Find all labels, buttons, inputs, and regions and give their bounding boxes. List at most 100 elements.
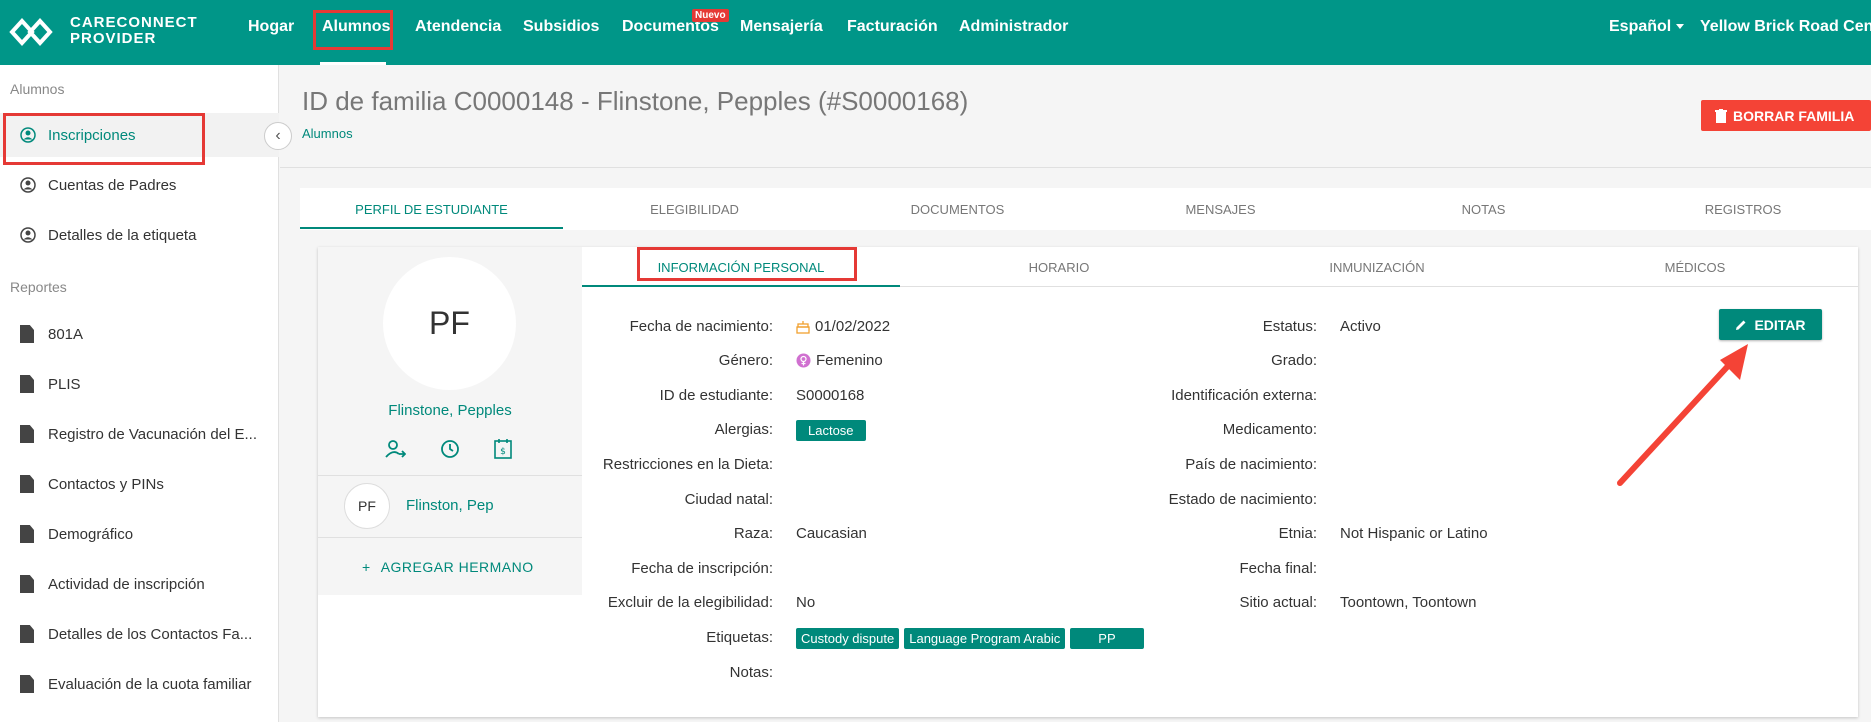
tab-mensajes[interactable]: MENSAJES <box>1089 202 1352 217</box>
birth-date-value: 01/02/2022 <box>796 318 890 335</box>
sidebar: Alumnos Inscripciones Cuentas de Padres … <box>0 65 279 722</box>
nav-atendencia[interactable]: Atendencia <box>415 18 501 36</box>
grade-label: Grado: <box>1271 352 1317 369</box>
user-circle-icon <box>20 177 36 193</box>
tag-chip: PP <box>1070 628 1144 649</box>
tab-documentos[interactable]: DOCUMENTOS <box>826 202 1089 217</box>
subtab-medicos[interactable]: MÉDICOS <box>1536 260 1854 275</box>
student-id-label: ID de estudiante: <box>659 387 773 404</box>
sidebar-item-report-cuota[interactable]: Evaluación de la cuota familiar <box>20 675 251 693</box>
sidebar-item-cuentas-padres[interactable]: Cuentas de Padres <box>20 176 176 194</box>
allergies-value: Lactose <box>796 420 871 441</box>
tab-notas[interactable]: NOTAS <box>1352 202 1615 217</box>
chevron-left-icon: ‹ <box>275 127 281 144</box>
subtab-highlight-box <box>637 247 857 281</box>
exclude-eligibility-value: No <box>796 594 816 611</box>
external-id-label: Identificación externa: <box>1171 387 1317 404</box>
add-sibling-button[interactable]: + AGREGAR HERMANO <box>362 559 534 575</box>
ethnicity-value: Not Hispanic or Latino <box>1340 525 1488 542</box>
sidebar-item-label: Demográfico <box>48 525 134 543</box>
logo-line1: CARECONNECT <box>70 14 198 31</box>
document-icon <box>20 575 34 593</box>
exclude-eligibility-label: Excluir de la elegibilidad: <box>607 594 773 611</box>
sidebar-item-label: Cuentas de Padres <box>48 176 177 194</box>
new-badge: Nuevo <box>692 9 729 22</box>
current-site-label: Sitio actual: <box>1239 594 1317 611</box>
sidebar-item-report-plis[interactable]: PLIS <box>20 375 81 393</box>
enroll-date-label: Fecha de inscripción: <box>631 560 773 577</box>
sidebar-item-label: Detalles de los Contactos Fa... <box>48 625 253 643</box>
nav-hogar[interactable]: Hogar <box>248 18 294 36</box>
current-site-value: Toontown, Toontown <box>1340 594 1477 611</box>
notes-label: Notas: <box>729 664 773 681</box>
birth-country-label: País de nacimiento: <box>1185 456 1317 473</box>
center-label: Yellow Brick Road Center <box>1700 18 1871 35</box>
header-divider <box>280 167 1871 168</box>
diet-label: Restricciones en la Dieta: <box>602 456 773 473</box>
logo-text: CARECONNECT PROVIDER <box>70 15 198 47</box>
hometown-label: Ciudad natal: <box>684 491 773 508</box>
subtab-horario[interactable]: HORARIO <box>900 260 1218 275</box>
allergies-label: Alergias: <box>714 421 773 438</box>
sidebar-item-report-actividad[interactable]: Actividad de inscripción <box>20 575 205 593</box>
delete-family-button[interactable]: BORRAR FAMILIA <box>1701 100 1871 131</box>
subtab-inmunizacion[interactable]: INMUNIZACIÓN <box>1218 260 1536 275</box>
trash-icon <box>1715 108 1727 123</box>
user-circle-icon <box>20 227 36 243</box>
document-icon <box>20 325 34 343</box>
birth-date-label: Fecha de nacimiento: <box>629 318 773 335</box>
svg-text:$: $ <box>500 447 506 457</box>
center-dropdown[interactable]: Yellow Brick Road Center <box>1700 18 1871 36</box>
nav-facturacion[interactable]: Facturación <box>847 18 938 36</box>
nav-mensajeria[interactable]: Mensajería <box>740 18 823 36</box>
annotation-arrow-icon <box>1617 344 1748 486</box>
document-icon <box>20 675 34 693</box>
sidebar-item-report-vacunacion[interactable]: Registro de Vacunación del E... <box>20 425 257 443</box>
document-icon <box>20 525 34 543</box>
tab-registros[interactable]: REGISTROS <box>1615 202 1871 217</box>
language-dropdown[interactable]: Español <box>1609 18 1685 36</box>
billing-icon[interactable]: $ <box>492 438 514 460</box>
main-tabs: PERFIL DE ESTUDIANTE ELEGIBILIDAD DOCUME… <box>300 188 1871 230</box>
ethnicity-label: Etnia: <box>1278 525 1317 542</box>
tags-label: Etiquetas: <box>706 629 773 646</box>
status-value: Activo <box>1340 318 1381 335</box>
sidebar-item-report-demografico[interactable]: Demográfico <box>20 525 133 543</box>
sidebar-collapse-button[interactable]: ‹ <box>264 122 292 150</box>
student-name[interactable]: Flinstone, Pepples <box>318 402 582 419</box>
birth-state-label: Estado de nacimiento: <box>1168 491 1317 508</box>
pencil-icon <box>1736 320 1746 330</box>
language-label: Español <box>1609 18 1672 35</box>
sidebar-section-reportes: Reportes <box>10 279 67 295</box>
sidebar-item-label: PLIS <box>48 375 81 393</box>
careconnect-logo-icon[interactable] <box>8 13 68 51</box>
breadcrumb[interactable]: Alumnos <box>302 126 353 141</box>
sidebar-item-report-801a[interactable]: 801A <box>20 325 83 343</box>
tags-value: Custody dispute Language Program Arabic … <box>796 628 1149 649</box>
sibling-name[interactable]: Flinston, Pep <box>406 497 494 514</box>
nav-subsidios[interactable]: Subsidios <box>523 18 599 36</box>
race-value: Caucasian <box>796 525 867 542</box>
sidebar-item-label: Registro de Vacunación del E... <box>48 425 258 443</box>
chevron-down-icon <box>1676 24 1685 30</box>
edit-label: EDITAR <box>1754 316 1806 333</box>
edit-button[interactable]: EDITAR <box>1719 309 1822 340</box>
clock-icon[interactable] <box>439 438 461 460</box>
tab-elegibilidad[interactable]: ELEGIBILIDAD <box>563 202 826 217</box>
document-icon <box>20 425 34 443</box>
document-icon <box>20 475 34 493</box>
nav-active-underline <box>320 62 386 65</box>
nav-administrador[interactable]: Administrador <box>959 18 1068 36</box>
subtab-active-underline <box>582 285 900 287</box>
sidebar-item-report-contactos[interactable]: Contactos y PINs <box>20 475 164 493</box>
nav-highlight-box <box>313 10 393 50</box>
sidebar-item-detalles-etiqueta[interactable]: Detalles de la etiqueta <box>20 226 196 244</box>
sidebar-item-report-detalles-contactos[interactable]: Detalles de los Contactos Fa... <box>20 625 252 643</box>
user-transfer-icon[interactable] <box>384 438 406 460</box>
end-date-label: Fecha final: <box>1239 560 1317 577</box>
document-icon <box>20 625 34 643</box>
tab-perfil-estudiante[interactable]: PERFIL DE ESTUDIANTE <box>300 202 563 217</box>
female-icon <box>796 353 811 368</box>
sibling-avatar: PF <box>344 483 390 529</box>
medication-label: Medicamento: <box>1222 421 1317 438</box>
